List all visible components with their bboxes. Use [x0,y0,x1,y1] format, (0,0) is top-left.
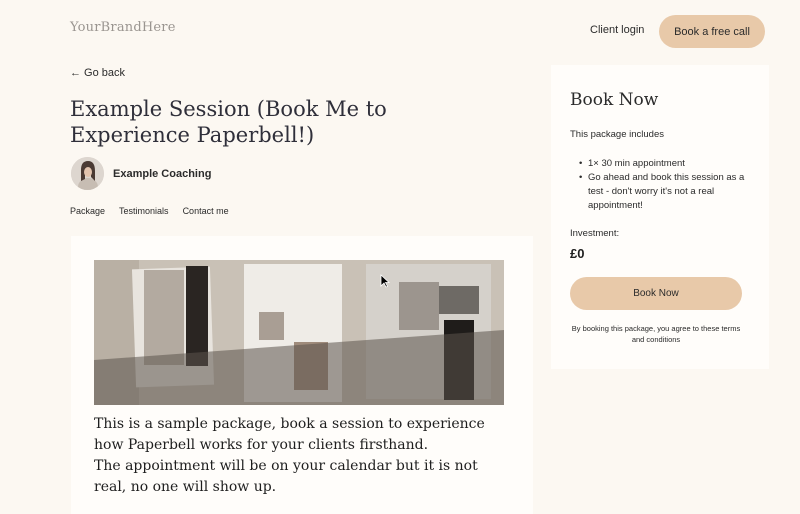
book-now-button[interactable]: Book Now [570,277,742,310]
price-value: £0 [570,246,585,261]
page-title: Example Session (Book Me to Experience P… [70,97,387,147]
terms-text[interactable]: By booking this package, you agree to th… [566,323,746,345]
book-free-call-button[interactable]: Book a free call [659,15,765,48]
subnav-contact-link[interactable]: Contact me [183,206,229,216]
package-description: This is a sample package, book a session… [94,414,504,498]
hero-image [94,260,504,405]
investment-label: Investment: [570,228,620,239]
subnav-testimonials-link[interactable]: Testimonials [119,206,169,216]
package-subnav: Package Testimonials Contact me [70,206,229,216]
client-login-link[interactable]: Client login [590,24,644,36]
moodboard-photo [94,260,504,405]
avatar-photo-icon [71,157,104,190]
go-back-link[interactable]: ← Go back [70,67,125,79]
includes-item: 1× 30 min appointment [579,157,759,171]
description-paragraph: The appointment will be on your calendar… [94,458,478,495]
includes-list: 1× 30 min appointment Go ahead and book … [579,157,759,213]
includes-item: Go ahead and book this session as a test… [579,171,759,213]
coach-name: Example Coaching [113,168,212,180]
package-content-card: This is a sample package, book a session… [71,236,533,514]
avatar [71,157,104,190]
booking-card: Book Now This package includes 1× 30 min… [551,65,769,369]
description-paragraph: This is a sample package, book a session… [94,416,485,453]
subnav-package-link[interactable]: Package [70,206,105,216]
booking-title: Book Now [570,90,659,110]
includes-label: This package includes [570,129,664,140]
mouse-cursor-icon [380,274,390,288]
brand-logo[interactable]: YourBrandHere [70,20,176,35]
